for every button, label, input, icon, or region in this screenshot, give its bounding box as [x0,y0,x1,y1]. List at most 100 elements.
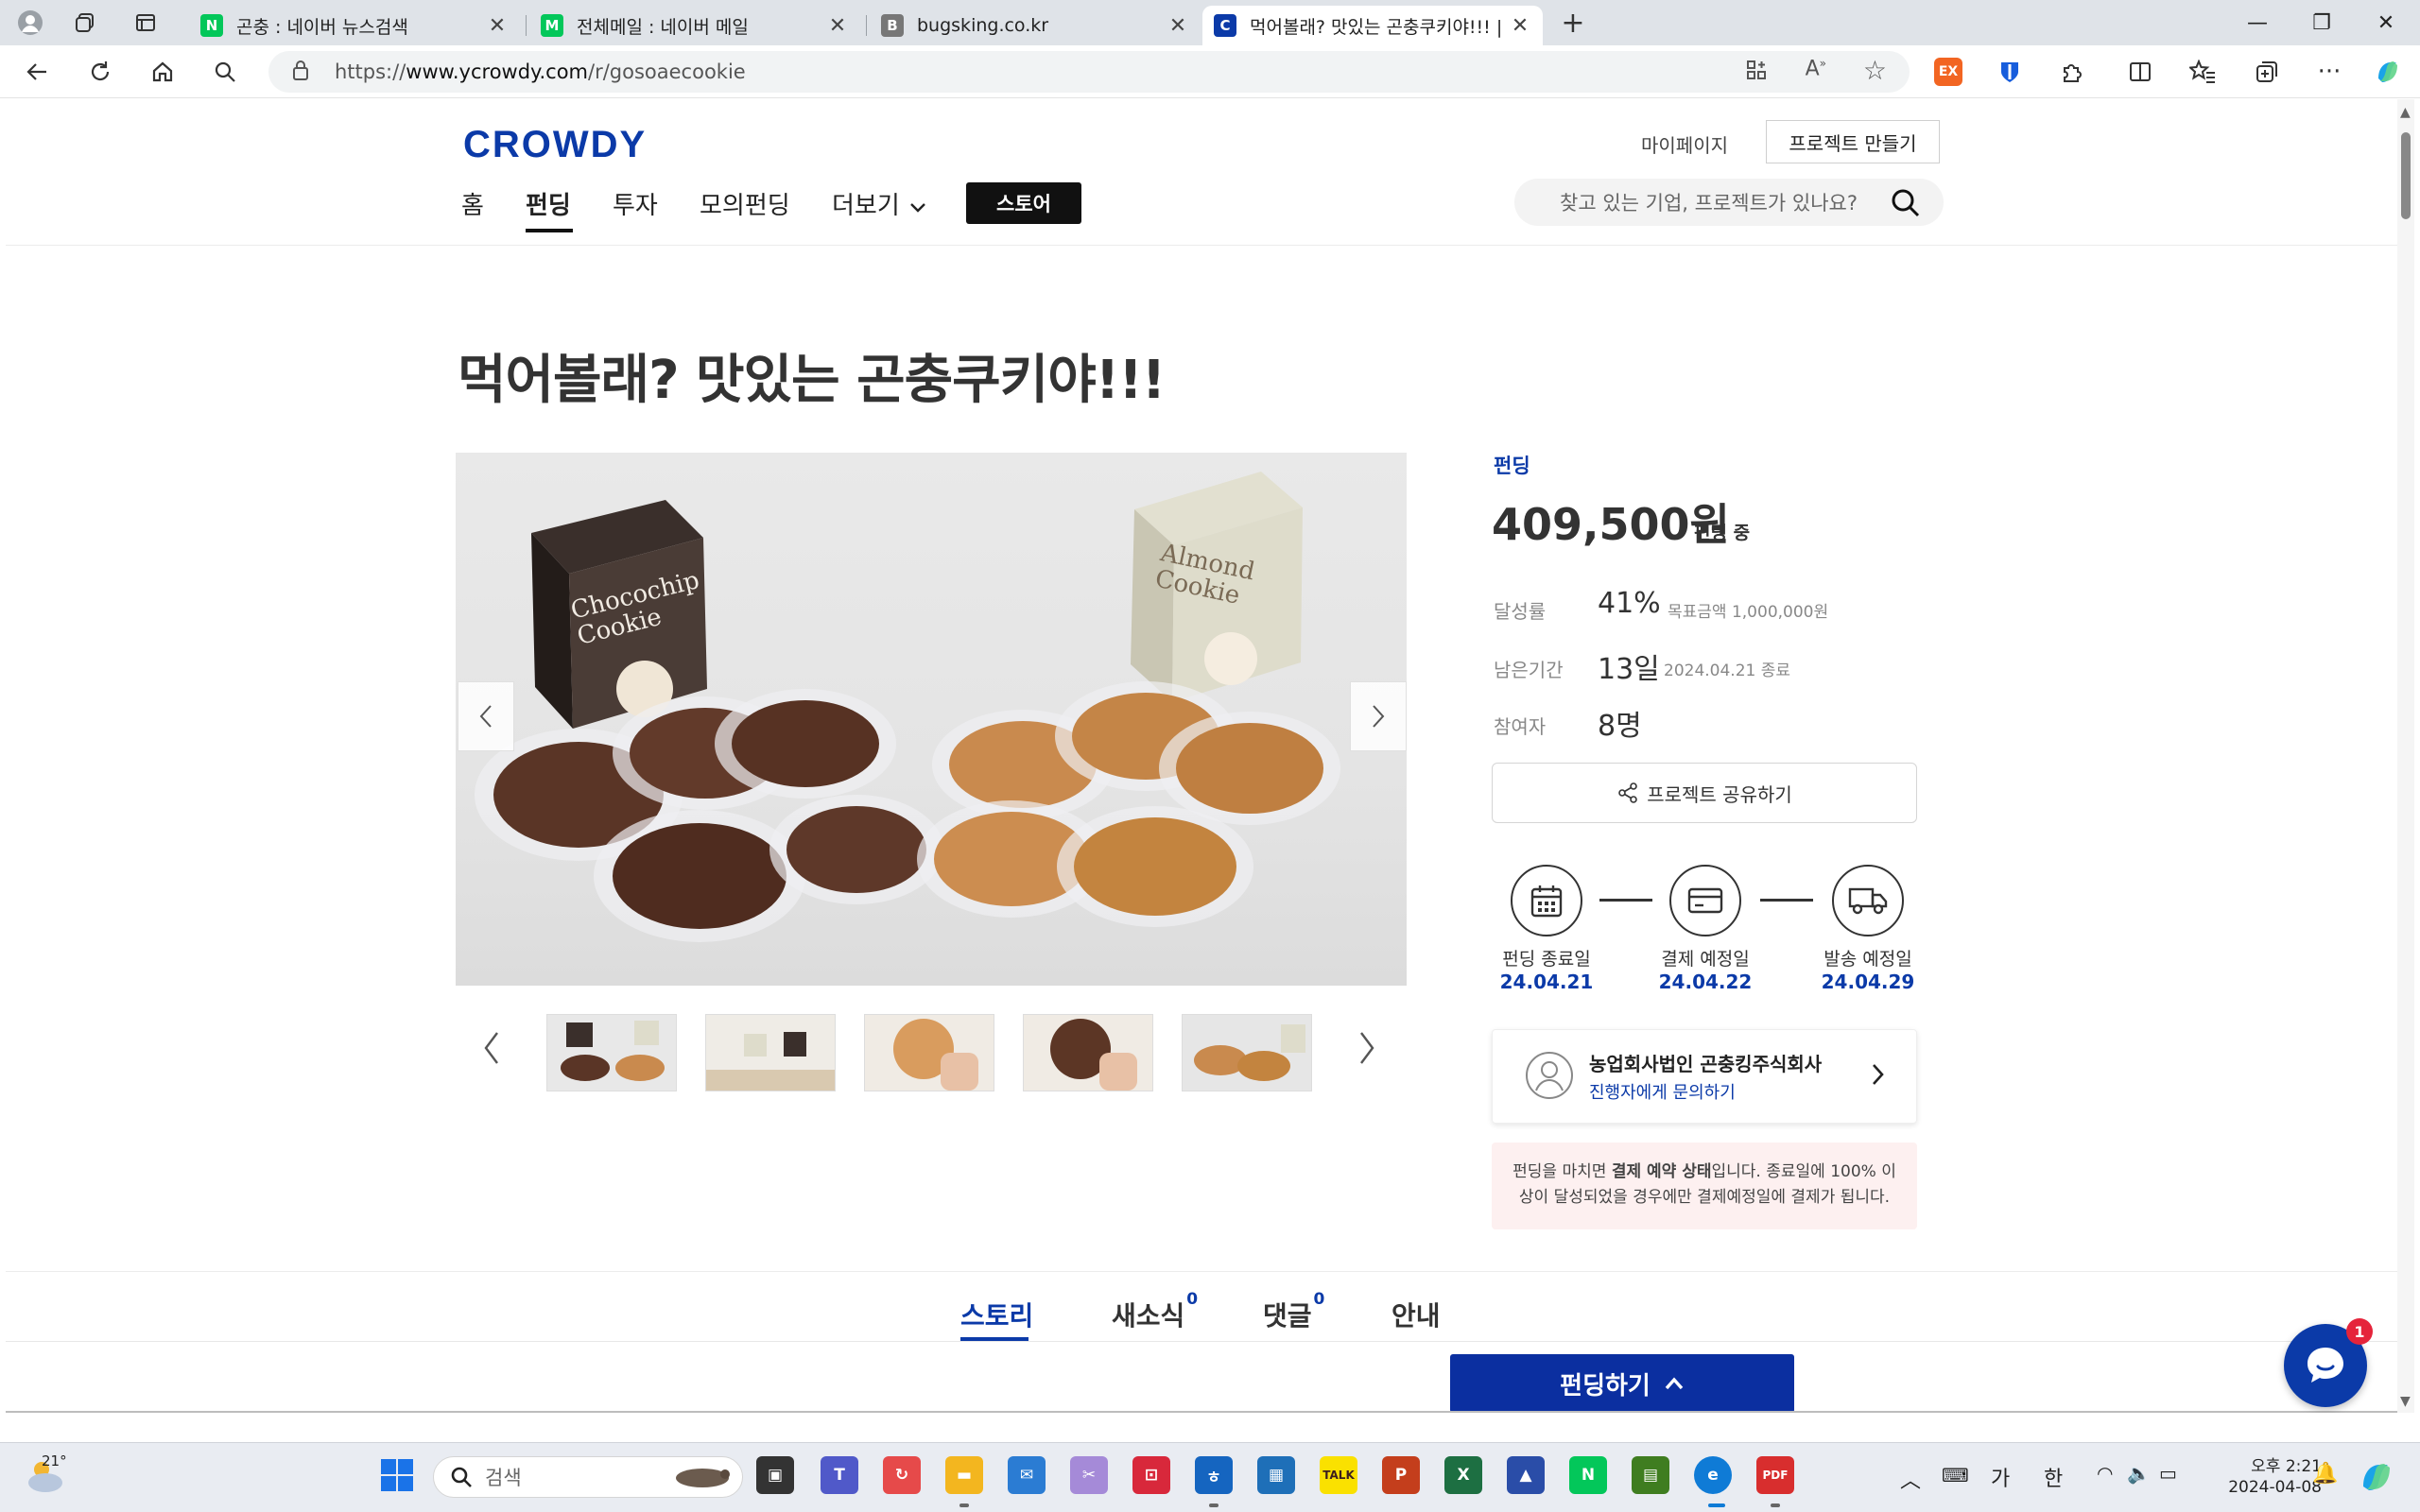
thumbs-prev-button[interactable] [482,1029,501,1077]
extension-ex-icon[interactable]: EX [1934,58,1962,86]
tab-actions-icon[interactable] [130,8,161,38]
copilot-icon[interactable] [2371,55,2405,89]
bitwarden-shield-icon[interactable] [1993,55,2027,89]
calculator-icon[interactable]: ▦ [1257,1456,1295,1494]
battery-icon[interactable]: ▭ [2159,1462,2177,1485]
scroll-down-icon[interactable]: ▼ [2400,1394,2411,1409]
tray-chevron-up-icon[interactable]: ︿ [1900,1464,1921,1494]
extensions-puzzle-icon[interactable] [2055,55,2089,89]
refresh-icon[interactable] [83,55,117,89]
favorites-icon[interactable] [2186,55,2220,89]
tab-title: 전체메일 : 네이버 메일 [577,16,749,38]
search-icon[interactable] [1891,188,1921,223]
nav-mock-funding[interactable]: 모의펀딩 [700,186,790,221]
app-triangle-icon[interactable]: ▲ [1507,1456,1545,1494]
mypage-link[interactable]: 마이페이지 [1641,130,1728,158]
search-icon[interactable] [208,55,242,89]
contact-maker-link[interactable]: 진행자에게 문의하기 [1589,1079,1736,1104]
hangul-app-icon[interactable]: ㅎ [1195,1456,1233,1494]
tab-title: 곤충 : 네이버 뉴스검색 [236,16,408,38]
home-icon[interactable] [146,55,180,89]
wifi-icon[interactable]: ◠ [2097,1462,2113,1485]
crowdy-logo[interactable]: CROWDY [463,124,647,166]
minimize-icon[interactable]: — [2238,6,2276,40]
scroll-thumb[interactable] [2401,132,2411,219]
edge-icon[interactable]: e [1694,1456,1732,1494]
tab-separator [866,15,867,36]
restore-icon[interactable]: ❐ [2303,6,2341,40]
scroll-up-icon[interactable]: ▲ [2400,105,2411,120]
hrd-app-icon[interactable]: ▤ [1632,1456,1669,1494]
image-next-button[interactable] [1350,681,1407,751]
close-tab-icon[interactable]: ✕ [1167,14,1189,38]
lock-icon[interactable] [291,59,310,86]
store-button[interactable]: 스토어 [966,182,1081,224]
address-bar[interactable]: https://www.ycrowdy.com/r/gosoaecookie A… [268,51,1910,93]
split-screen-icon[interactable] [2123,55,2157,89]
ime-hangul[interactable]: 한 [2044,1462,2063,1492]
image-prev-button[interactable] [458,681,514,751]
close-tab-icon[interactable]: ✕ [1509,14,1531,38]
thumbnail-2[interactable] [705,1014,836,1091]
achievement-value: 41% [1598,587,1661,620]
goal-amount: 목표금액 1,000,000원 [1668,603,1829,622]
browser-tab[interactable]: N 곤충 : 네이버 뉴스검색 ✕ [189,6,520,45]
sync-app-icon[interactable]: ↻ [883,1456,921,1494]
chevron-down-icon [910,203,925,213]
share-project-button[interactable]: 프로젝트 공유하기 [1492,763,1917,823]
thumbnail-5[interactable] [1182,1014,1312,1091]
ime-mode[interactable]: 가 [1991,1462,2010,1492]
new-tab-icon[interactable]: + [1558,7,1588,40]
powerpoint-icon[interactable]: P [1382,1456,1420,1494]
pdf-app-icon[interactable]: PDF [1756,1456,1794,1494]
favorite-star-icon[interactable]: ☆ [1863,55,1887,86]
keyboard-icon[interactable]: ⌨ [1942,1464,1969,1486]
task-view-icon[interactable]: ▣ [756,1456,794,1494]
tab-story[interactable]: 스토리 [960,1296,1033,1333]
back-icon[interactable] [21,55,55,89]
nav-invest[interactable]: 투자 [613,186,658,221]
workspaces-icon[interactable] [70,8,100,38]
profile-icon[interactable] [15,8,45,38]
thumbnail-3[interactable] [864,1014,994,1091]
nav-more[interactable]: 더보기 [832,186,926,221]
copilot-taskbar-icon[interactable] [2358,1458,2395,1500]
thumbs-next-button[interactable] [1357,1029,1376,1077]
read-aloud-icon[interactable]: A» [1806,57,1826,80]
maker-card[interactable]: 농업회사법인 곤충킹주식회사 진행자에게 문의하기 [1492,1029,1917,1124]
mail-icon[interactable]: ✉ [1008,1456,1046,1494]
excel-icon[interactable]: X [1444,1456,1482,1494]
site-search-input[interactable]: 찾고 있는 기업, 프로젝트가 있나요? [1514,179,1944,226]
taskbar-clock[interactable]: 오후 2:21 2024-04-08 [2208,1456,2322,1498]
make-project-button[interactable]: 프로젝트 만들기 [1766,120,1940,163]
close-tab-icon[interactable]: ✕ [826,14,849,38]
tab-info[interactable]: 안내 [1392,1296,1441,1333]
browser-tab-active[interactable]: C 먹어볼래? 맛있는 곤충쿠키야!!! | ✕ [1202,6,1543,45]
collections-icon[interactable] [2250,55,2284,89]
windows-start-icon[interactable] [378,1456,416,1494]
volume-icon[interactable]: 🔈 [2127,1462,2151,1485]
capture-app-icon[interactable]: ⊡ [1132,1456,1170,1494]
file-explorer-icon[interactable]: ▬ [945,1456,983,1494]
fund-button[interactable]: 펀딩하기 [1450,1354,1794,1413]
notification-bell-icon[interactable]: 🔔 [2312,1462,2338,1486]
naver-icon[interactable]: N [1569,1456,1607,1494]
kakaotalk-icon[interactable]: TALK [1320,1456,1357,1494]
nav-funding[interactable]: 펀딩 [526,186,571,221]
browser-tab[interactable]: M 전체메일 : 네이버 메일 ✕ [529,6,860,45]
thumbnail-4[interactable] [1023,1014,1153,1091]
nav-home[interactable]: 홈 [461,186,484,221]
tab-news[interactable]: 새소식0 [1112,1290,1198,1333]
app-available-icon[interactable] [1745,59,1768,86]
snipping-tool-icon[interactable]: ✂ [1070,1456,1108,1494]
more-menu-icon[interactable]: ··· [2312,55,2346,89]
browser-tab[interactable]: B bugsking.co.kr ✕ [870,6,1201,45]
close-window-icon[interactable]: ✕ [2367,6,2405,40]
tab-title: bugsking.co.kr [917,15,1049,36]
tab-comments[interactable]: 댓글0 [1263,1290,1324,1333]
close-tab-icon[interactable]: ✕ [486,14,509,38]
teams-icon[interactable]: T [821,1456,858,1494]
taskbar-search-input[interactable]: 검색 [433,1456,743,1498]
page-scrollbar[interactable]: ▲ ▼ [2397,99,2414,1413]
thumbnail-1[interactable] [546,1014,677,1091]
